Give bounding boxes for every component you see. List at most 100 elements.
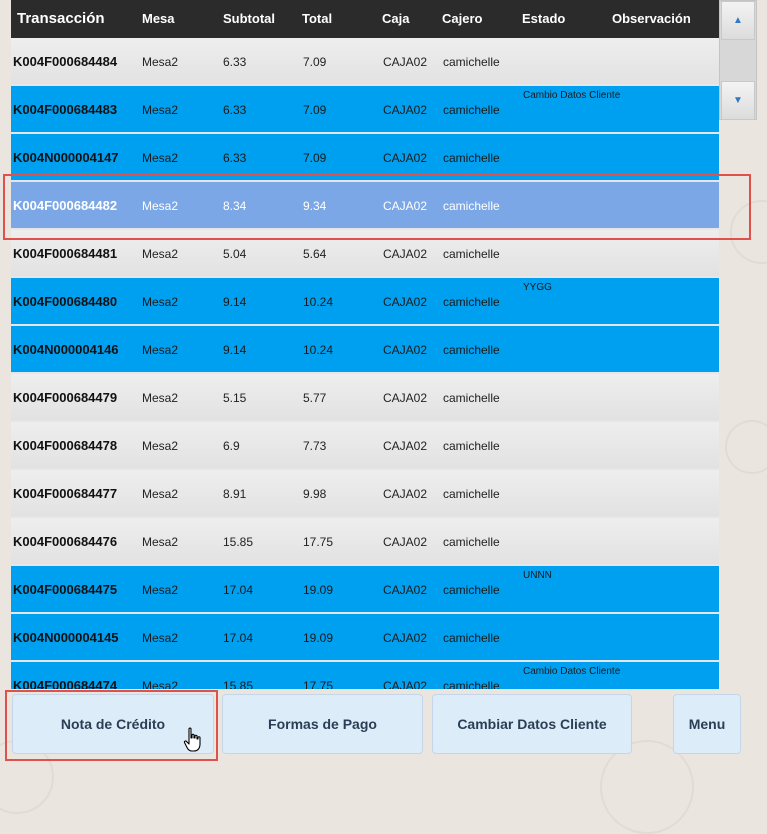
- cell-mesa: Mesa2: [142, 583, 179, 597]
- cell-subtotal: 5.04: [223, 247, 247, 261]
- cell-total: 9.98: [303, 487, 327, 501]
- table-row[interactable]: K004F000684484 Mesa2 6.33 7.09 CAJA02 camiche…: [11, 38, 719, 84]
- cell-transaccion: K004N000004147: [13, 150, 119, 165]
- cell-subtotal: 6.33: [223, 103, 247, 117]
- cell-caja: CAJA02: [383, 55, 428, 69]
- transactions-grid: Transacción Mesa Subtotal Total Caja Caj…: [11, 0, 719, 689]
- cell-caja: CAJA02: [383, 631, 428, 645]
- table-row[interactable]: K004N000004146 Mesa2 9.14 10.24 CAJA02 camich…: [11, 326, 719, 372]
- cell-total: 7.09: [303, 55, 327, 69]
- cell-cajero: camichelle: [443, 151, 500, 165]
- cell-caja: CAJA02: [383, 343, 428, 357]
- table-row[interactable]: K004N000004145 Mesa2 17.04 19.09 CAJA02 camic…: [11, 614, 719, 660]
- cell-total: 19.09: [303, 583, 334, 597]
- cell-observacion: UNNN: [523, 570, 552, 581]
- table-row[interactable]: K004F000684477 Mesa2 8.91 9.98 CAJA02 camiche…: [11, 470, 719, 516]
- cambiar-datos-label: Cambiar Datos Cliente: [457, 716, 607, 732]
- cell-subtotal: 15.85: [223, 679, 254, 689]
- col-header-total[interactable]: Total: [302, 11, 332, 26]
- cell-subtotal: 9.14: [223, 295, 247, 309]
- cell-transaccion: K004N000004145: [13, 630, 119, 645]
- cell-caja: CAJA02: [383, 391, 428, 405]
- cell-total: 7.09: [303, 151, 327, 165]
- cell-subtotal: 8.91: [223, 487, 247, 501]
- cell-transaccion: K004F000684479: [13, 390, 118, 405]
- cell-observacion: YYGG: [523, 282, 552, 293]
- cell-mesa: Mesa2: [142, 439, 179, 453]
- cell-subtotal: 15.85: [223, 535, 254, 549]
- col-header-observacion[interactable]: Observación: [612, 11, 691, 26]
- cell-subtotal: 6.9: [223, 439, 240, 453]
- cell-cajero: camichelle: [443, 439, 500, 453]
- col-header-subtotal[interactable]: Subtotal: [223, 11, 275, 26]
- col-header-transaccion[interactable]: Transacción: [17, 10, 105, 27]
- cell-transaccion: K004F000684478: [13, 438, 118, 453]
- cell-cajero: camichelle: [443, 679, 500, 689]
- grid-scrollbar[interactable]: ▲ ▼: [719, 0, 757, 120]
- cell-caja: CAJA02: [383, 247, 428, 261]
- col-header-caja[interactable]: Caja: [382, 11, 409, 26]
- cell-observacion: Cambio Datos Cliente: [523, 666, 621, 677]
- cell-caja: CAJA02: [383, 151, 428, 165]
- col-header-cajero[interactable]: Cajero: [442, 11, 482, 26]
- cell-transaccion: K004F000684484: [13, 54, 118, 69]
- scroll-up-button[interactable]: ▲: [721, 1, 755, 40]
- cell-subtotal: 6.33: [223, 55, 247, 69]
- cell-cajero: camichelle: [443, 535, 500, 549]
- cell-mesa: Mesa2: [142, 631, 179, 645]
- formas-pago-button[interactable]: Formas de Pago: [222, 694, 423, 754]
- col-header-estado[interactable]: Estado: [522, 11, 565, 26]
- cambiar-datos-cliente-button[interactable]: Cambiar Datos Cliente: [432, 694, 632, 754]
- table-row[interactable]: K004F000684474 Mesa2 15.85 17.75 CAJA02 camic…: [11, 662, 719, 689]
- cell-cajero: camichelle: [443, 55, 500, 69]
- cell-transaccion: K004N000004146: [13, 342, 119, 357]
- cell-caja: CAJA02: [383, 535, 428, 549]
- scroll-down-button[interactable]: ▼: [721, 81, 755, 120]
- table-row[interactable]: K004F000684480 Mesa2 9.14 10.24 CAJA02 camich…: [11, 278, 719, 324]
- table-row[interactable]: K004F000684478 Mesa2 6.9 7.73 CAJA02 camichel…: [11, 422, 719, 468]
- cell-total: 17.75: [303, 535, 334, 549]
- cell-subtotal: 17.04: [223, 631, 254, 645]
- menu-button[interactable]: Menu: [673, 694, 741, 754]
- cell-total: 5.77: [303, 391, 327, 405]
- cell-mesa: Mesa2: [142, 103, 179, 117]
- cell-caja: CAJA02: [383, 439, 428, 453]
- cell-caja: CAJA02: [383, 583, 428, 597]
- menu-label: Menu: [688, 716, 726, 732]
- cell-transaccion: K004F000684475: [13, 582, 118, 597]
- cell-transaccion: K004F000684476: [13, 534, 118, 549]
- cell-mesa: Mesa2: [142, 535, 179, 549]
- cell-mesa: Mesa2: [142, 391, 179, 405]
- cell-mesa: Mesa2: [142, 151, 179, 165]
- grid-header: Transacción Mesa Subtotal Total Caja Caj…: [11, 0, 719, 38]
- cell-total: 5.64: [303, 247, 327, 261]
- cell-total: 7.09: [303, 103, 327, 117]
- selected-row-highlight: [3, 174, 751, 240]
- col-header-mesa[interactable]: Mesa: [142, 11, 175, 26]
- cell-cajero: camichelle: [443, 487, 500, 501]
- cell-cajero: camichelle: [443, 391, 500, 405]
- table-row[interactable]: K004F000684483 Mesa2 6.33 7.09 CAJA02 camiche…: [11, 86, 719, 132]
- table-row[interactable]: K004F000684475 Mesa2 17.04 19.09 CAJA02 camic…: [11, 566, 719, 612]
- cell-subtotal: 5.15: [223, 391, 247, 405]
- cell-total: 7.73: [303, 439, 327, 453]
- cell-mesa: Mesa2: [142, 247, 179, 261]
- table-row[interactable]: K004F000684479 Mesa2 5.15 5.77 CAJA02 camiche…: [11, 374, 719, 420]
- cell-caja: CAJA02: [383, 295, 428, 309]
- formas-pago-label: Formas de Pago: [268, 716, 377, 732]
- cell-cajero: camichelle: [443, 103, 500, 117]
- cell-cajero: camichelle: [443, 247, 500, 261]
- cell-mesa: Mesa2: [142, 295, 179, 309]
- cell-cajero: camichelle: [443, 343, 500, 357]
- cell-total: 19.09: [303, 631, 334, 645]
- cell-transaccion: K004F000684483: [13, 102, 118, 117]
- triangle-up-icon: ▲: [733, 15, 743, 26]
- cell-subtotal: 17.04: [223, 583, 254, 597]
- cell-observacion: Cambio Datos Cliente: [523, 90, 621, 101]
- cell-subtotal: 6.33: [223, 151, 247, 165]
- table-row[interactable]: K004F000684476 Mesa2 15.85 17.75 CAJA02 camic…: [11, 518, 719, 564]
- cell-mesa: Mesa2: [142, 343, 179, 357]
- cell-transaccion: K004F000684481: [13, 246, 118, 261]
- cell-cajero: camichelle: [443, 583, 500, 597]
- cell-total: 10.24: [303, 295, 334, 309]
